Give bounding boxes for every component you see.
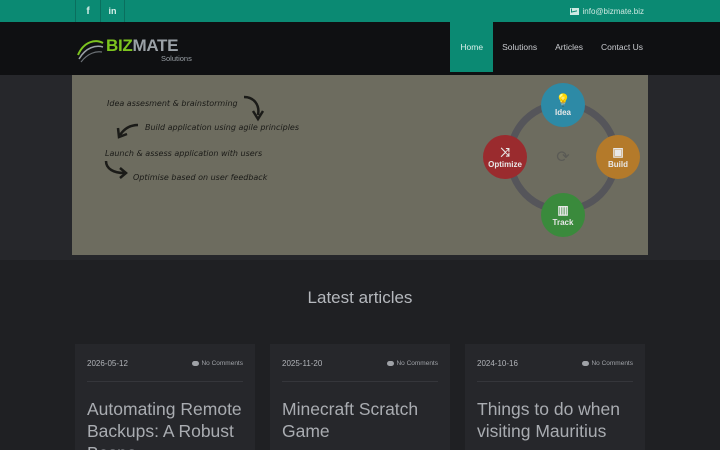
top-bar: f in info@bizmate.biz [0,0,720,22]
envelope-icon [569,7,579,15]
cycle-node-label: Optimize [488,159,522,169]
comment-text: No Comments [396,360,438,367]
comment-count[interactable]: No Comments [387,360,438,367]
logo-swoosh-icon [77,40,104,63]
hero-step-3: Launch & assess application with users [105,149,263,158]
card-divider [282,381,438,382]
article-date: 2024-10-16 [477,359,518,368]
logo-subtitle: Solutions [161,54,192,63]
bar-chart-icon: ▥ [557,202,569,217]
card-divider [87,381,243,382]
image-icon: ▣ [612,144,624,159]
cycle-node-label: Idea [554,107,571,117]
article-date: 2025-11-20 [282,359,323,368]
comment-count[interactable]: No Comments [192,360,243,367]
linkedin-icon: in [108,6,117,16]
comment-text: No Comments [201,360,243,367]
article-card[interactable]: 2024-10-16 No Comments Things to do when… [465,344,645,450]
cycle-node-build: ▣ Build [596,135,640,179]
article-title[interactable]: Things to do when visiting Mauritius [477,398,635,442]
nav-item-home[interactable]: Home [450,22,494,72]
article-date: 2026-05-12 [87,359,128,368]
hero-banner: Idea assesment & brainstorming Build app… [72,75,648,255]
card-divider [477,381,633,382]
email-text: info@bizmate.biz [582,6,644,16]
arrow-3 [104,160,125,175]
main-navbar: BIZMATE Solutions Home Solutions Article… [0,22,720,75]
logo-biz-text: BIZ [106,36,133,55]
article-title[interactable]: Automating Remote Backups: A Robust Besp… [87,398,245,450]
nav-item-articles[interactable]: Articles [546,22,592,72]
lightbulb-icon: 💡 [555,92,571,107]
hero-step-1: Idea assesment & brainstorming [107,99,238,108]
logo-mate-text: MATE [132,36,179,55]
linkedin-link[interactable]: in [100,0,125,22]
cycle-node-label: Build [608,159,628,169]
logo[interactable]: BIZMATE Solutions [76,34,206,64]
nav-item-contact[interactable]: Contact Us [592,22,652,72]
shuffle-icon: ⤨ [500,144,510,159]
nav-item-solutions[interactable]: Solutions [493,22,546,72]
cycle-node-track: ▥ Track [541,193,585,237]
comment-count[interactable]: No Comments [582,360,633,367]
comment-icon [582,361,590,366]
article-title[interactable]: Minecraft Scratch Game [282,398,440,442]
latest-articles-heading: Latest articles [307,288,413,307]
cycle-node-label: Track [552,217,574,227]
comment-icon [387,361,395,366]
hero-step-4: Optimise based on user feedback [133,173,268,182]
comment-text: No Comments [591,360,633,367]
arrow-1 [243,95,260,116]
article-card[interactable]: 2025-11-20 No Comments Minecraft Scratch… [270,344,450,450]
comment-icon [192,361,200,366]
nav-menu: Home Solutions Articles Contact Us [450,22,652,72]
hero-step-2: Build application using agile principles [145,123,300,132]
email-link[interactable]: info@bizmate.biz [569,0,644,22]
facebook-link[interactable]: f [75,0,100,22]
cycle-node-optimize: ⤨ Optimize [483,135,527,179]
arrow-2 [118,123,139,136]
cycle-node-idea: 💡 Idea [541,83,585,127]
refresh-icon: ⟳ [556,149,570,166]
facebook-icon: f [86,5,90,17]
article-card[interactable]: 2026-05-12 No Comments Automating Remote… [75,344,255,450]
logo-wordmark: BIZMATE [106,36,178,56]
